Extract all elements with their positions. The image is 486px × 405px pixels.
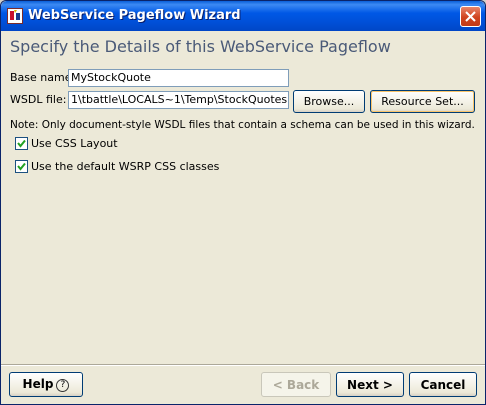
help-button-label: Help (22, 377, 54, 391)
close-icon (465, 11, 476, 22)
title-bar[interactable]: WebService Pageflow Wizard (1, 1, 485, 31)
back-button[interactable]: < Back (261, 372, 331, 397)
wizard-app-icon (7, 8, 23, 24)
help-button[interactable]: Help? (9, 372, 83, 397)
page-heading: Specify the Details of this WebService P… (10, 37, 391, 56)
checkmark-icon (17, 162, 26, 171)
base-name-label: Base name: (10, 71, 76, 84)
wizard-footer: Help? < Back Next > Cancel (1, 366, 485, 404)
resource-set-button[interactable]: Resource Set... (370, 90, 475, 113)
wizard-content: Specify the Details of this WebService P… (1, 31, 485, 364)
cancel-button[interactable]: Cancel (409, 372, 477, 397)
wsdl-note: Note: Only document-style WSDL files tha… (10, 119, 475, 131)
window-title: WebService Pageflow Wizard (28, 8, 241, 23)
base-name-input[interactable]: MyStockQuote (68, 69, 289, 87)
close-button[interactable] (460, 6, 481, 27)
wsdl-file-label: WSDL file: (10, 93, 67, 106)
use-css-layout-checkbox[interactable] (15, 137, 28, 150)
wsdl-file-input[interactable]: 1\tbattle\LOCALS~1\Temp\StockQuotes.wsdl (68, 91, 289, 109)
wizard-window: WebService Pageflow Wizard Specify the D… (0, 0, 486, 405)
checkmark-icon (17, 139, 26, 148)
next-button[interactable]: Next > (336, 372, 404, 397)
use-css-layout-label: Use CSS Layout (31, 137, 118, 150)
use-wsrp-css-label: Use the default WSRP CSS classes (31, 160, 220, 173)
use-wsrp-css-checkbox[interactable] (15, 160, 28, 173)
help-icon: ? (56, 379, 70, 392)
browse-button[interactable]: Browse... (293, 90, 365, 113)
